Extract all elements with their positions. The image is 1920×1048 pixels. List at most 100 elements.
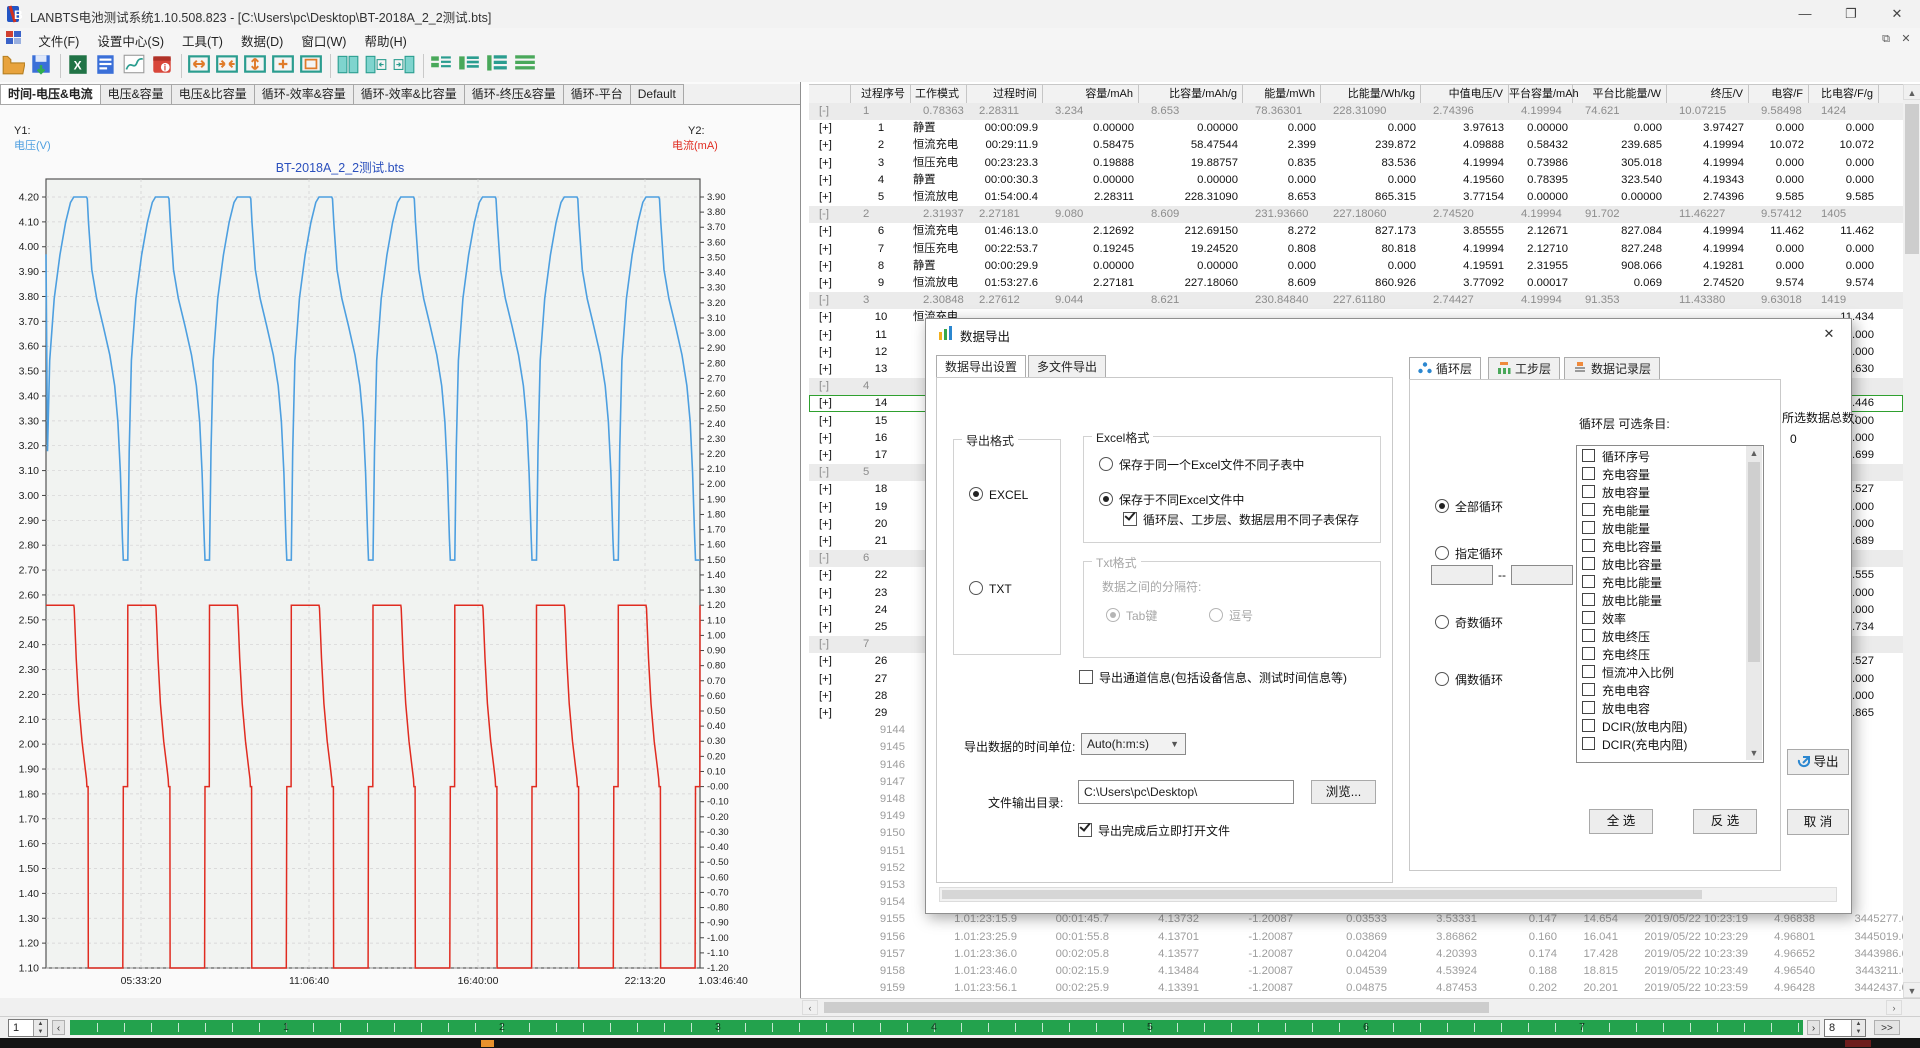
scroll-left-icon[interactable]: ‹ [802,1000,818,1015]
list-view-3-icon[interactable] [485,52,511,78]
expand-toggle-icon[interactable]: [-] [809,550,851,567]
dialog-close-icon[interactable]: ✕ [1815,323,1843,345]
expand-toggle-icon[interactable]: [+] [809,223,851,240]
list-item-1[interactable]: 充电容量 [1577,466,1745,484]
expand-toggle-icon[interactable]: [+] [809,585,851,602]
expand-toggle-icon[interactable]: [+] [809,327,851,344]
list-view-4-icon[interactable] [513,52,539,78]
progress-page-bar[interactable]: 1234567 [70,1020,1803,1035]
cycle-range-start-input[interactable] [1431,565,1493,585]
list-item-11[interactable]: 充电终压 [1577,646,1745,664]
scrollbar-thumb[interactable] [1905,104,1919,254]
column-header-9[interactable]: 平台容量/mAh [1509,85,1573,103]
radio-different-excel-file[interactable]: 保存于不同Excel文件中 [1099,491,1244,508]
chart-tab-1[interactable]: 电压&容量 [100,84,172,104]
table-row[interactable]: [+]7恒压充电00:22:53.70.1924519.245200.80880… [809,241,1903,258]
maximize-button[interactable]: ❐ [1828,0,1874,28]
scrollbar-thumb[interactable] [942,890,1702,899]
list-item-14[interactable]: 放电电容 [1577,700,1745,718]
table-row[interactable]: [-]22.319372.271819.0808.609231.93660227… [809,206,1903,223]
expand-toggle-icon[interactable]: [+] [809,309,851,326]
list-item-8[interactable]: 放电比能量 [1577,592,1745,610]
checkbox-open-after-export[interactable]: 导出完成后立即打开文件 [1078,822,1230,839]
excel-export-icon[interactable]: X [66,52,92,78]
taskbar-item[interactable] [1845,1040,1871,1047]
chart-tab-5[interactable]: 循环-终压&容量 [464,84,564,104]
invert-selection-button[interactable]: 反 选 [1693,809,1757,834]
expand-toggle-icon[interactable]: [+] [809,688,851,705]
scroll-up-icon[interactable]: ▲ [1903,84,1920,100]
table-row[interactable]: [+]4静置00:00:30.30.000000.000000.0000.000… [809,172,1903,189]
select-all-button[interactable]: 全 选 [1589,809,1653,834]
save-icon[interactable] [29,52,55,78]
expand-toggle-icon[interactable]: [-] [809,103,851,120]
column-header-13[interactable]: 比电容/F/g [1809,85,1879,103]
expand-toggle-icon[interactable]: [+] [809,499,851,516]
plan-info-icon[interactable]: i [150,52,176,78]
left-page-spinner[interactable]: 1 ▲▼ [8,1019,48,1037]
chart-tab-7[interactable]: Default [630,84,684,104]
expand-toggle-icon[interactable]: [+] [809,430,851,447]
scroll-down-icon[interactable]: ▼ [1746,746,1762,760]
scrollbar-thumb[interactable] [1748,462,1760,662]
time-unit-dropdown[interactable]: Auto(h:m:s)▼ [1081,733,1186,755]
table-row[interactable]: [+]6恒流充电01:46:13.02.12692212.691508.2728… [809,223,1903,240]
expand-toggle-icon[interactable]: [+] [809,258,851,275]
column-header-12[interactable]: 电容/F [1749,85,1809,103]
list-item-0[interactable]: 循环序号 [1577,448,1745,466]
radio-odd-cycles[interactable]: 奇数循环 [1435,614,1503,631]
expand-toggle-icon[interactable]: [+] [809,395,851,412]
table-row[interactable]: [+]9恒流放电01:53:27.62.27181227.180608.6098… [809,275,1903,292]
checkbox-export-channel-info[interactable]: 导出通道信息(包括设备信息、测试时间信息等) [1079,669,1347,686]
expand-toggle-icon[interactable]: [+] [809,705,851,722]
close-button[interactable]: ✕ [1874,0,1920,28]
table-row[interactable]: [+]3恒压充电00:23:23.30.1988819.887570.83583… [809,155,1903,172]
expand-toggle-icon[interactable]: [+] [809,533,851,550]
column-header-2[interactable]: 工作模式 [911,85,967,103]
list-item-4[interactable]: 放电能量 [1577,520,1745,538]
table-row[interactable]: [-]32.308482.276129.0448.621230.84840227… [809,292,1903,309]
page-prev-button[interactable]: ‹ [52,1020,65,1035]
tab-multi-file-export[interactable]: 多文件导出 [1028,355,1106,378]
dock-left-icon[interactable] [364,52,390,78]
expand-toggle-icon[interactable]: [-] [809,636,851,653]
table-row[interactable]: 91581.01:23:46.000:02:15.94.13484-1.2008… [809,963,1903,980]
split-panes-icon[interactable] [336,52,362,78]
list-item-10[interactable]: 放电终压 [1577,628,1745,646]
table-row[interactable]: 91561.01:23:25.900:01:55.84.13701-1.2008… [809,929,1903,946]
maximize-view-icon[interactable] [299,52,325,78]
radio-excel[interactable]: EXCEL [969,487,1028,502]
expand-toggle-icon[interactable]: [+] [809,602,851,619]
page-more-button[interactable]: >> [1874,1020,1900,1035]
shrink-horizontal-icon[interactable] [215,52,241,78]
table-row[interactable]: [+]2恒流充电00:29:11.90.5847558.475442.39923… [809,137,1903,154]
chart-tab-4[interactable]: 循环-效率&比容量 [353,84,465,104]
chart-tab-3[interactable]: 循环-效率&容量 [254,84,354,104]
browse-button[interactable]: 浏览... [1311,780,1376,804]
column-header-1[interactable]: 过程序号 [851,85,911,103]
expand-toggle-icon[interactable]: [+] [809,120,851,137]
right-page-spinner[interactable]: 8 ▲▼ [1824,1019,1866,1037]
column-header-11[interactable]: 终压/V [1667,85,1749,103]
expand-toggle-icon[interactable]: [-] [809,292,851,309]
tab-cycle-layer[interactable]: 循环层 [1409,357,1481,380]
tab-record-layer[interactable]: 数据记录层 [1564,357,1660,380]
scroll-right-icon[interactable]: › [1886,1000,1902,1015]
column-header-3[interactable]: 过程时间 [967,85,1043,103]
mdi-restore-button[interactable]: ⧉ [1878,31,1894,47]
list-item-9[interactable]: 效率 [1577,610,1745,628]
expand-toggle-icon[interactable]: [+] [809,275,851,292]
export-button[interactable]: 导出 [1787,749,1849,775]
expand-toggle-icon[interactable]: [+] [809,619,851,636]
spinner-arrows-icon[interactable]: ▲▼ [1851,1020,1865,1036]
table-horizontal-scrollbar[interactable]: ‹ › [800,998,1920,1016]
radio-specified-cycles[interactable]: 指定循环 [1435,545,1503,562]
minimize-button[interactable]: — [1782,0,1828,28]
spinner-arrows-icon[interactable]: ▲▼ [33,1020,47,1036]
radio-all-cycles[interactable]: 全部循环 [1435,498,1503,515]
column-header-4[interactable]: 容量/mAh [1043,85,1139,103]
taskbar-app-icon[interactable] [481,1040,494,1047]
expand-toggle-icon[interactable]: [+] [809,361,851,378]
list-item-12[interactable]: 恒流冲入比例 [1577,664,1745,682]
table-vertical-scrollbar[interactable]: ▲ ▼ [1903,84,1920,998]
